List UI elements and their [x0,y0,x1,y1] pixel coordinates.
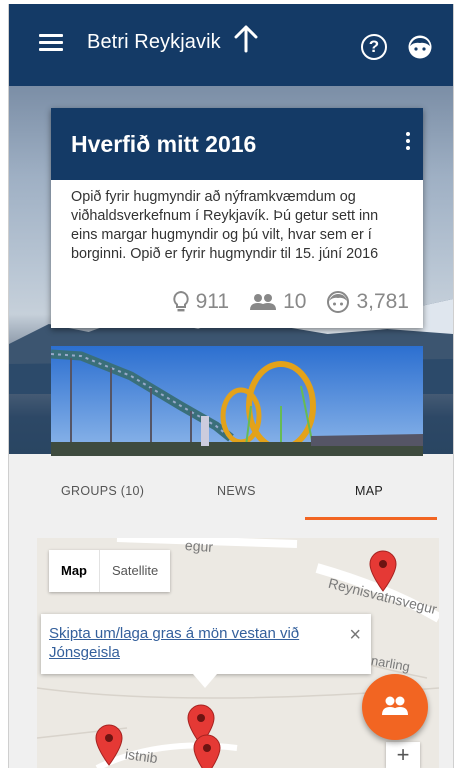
map-type-control: Map Satellite [49,550,171,592]
map-pin-icon[interactable] [369,550,397,592]
info-window-tail [193,674,217,688]
zoom-in-button[interactable]: + [386,742,420,768]
cover-photo [51,346,423,456]
map-type-satellite[interactable]: Satellite [99,550,170,592]
tab-news[interactable]: NEWS [217,484,256,498]
close-icon[interactable]: × [349,624,361,647]
groups-stat: 10 [249,290,306,314]
map-pin-icon[interactable] [193,734,221,768]
face-icon[interactable] [407,34,433,60]
help-icon[interactable]: ? [361,34,387,60]
map-info-window: Skipta um/laga gras á mön vestan við Jón… [41,614,371,688]
tab-bar: GROUPS (10) NEWS MAP [9,456,453,522]
users-count: 3,781 [356,290,409,313]
ideas-stat: 911 [172,290,229,314]
users-stat: 3,781 [326,290,409,314]
groups-count: 10 [283,290,307,313]
tab-map[interactable]: MAP [355,484,383,498]
new-group-fab[interactable] [362,674,428,740]
active-tab-indicator [305,517,437,520]
map-pin-icon[interactable] [95,724,123,766]
card-description: Opið fyrir hugmyndir að nýframkvæmdum og… [71,189,379,262]
app-bar: Betri Reykjavik ? [9,4,453,86]
card-header: Hverfið mitt 2016 [51,108,423,180]
arrow-up-icon[interactable] [233,24,259,54]
tab-groups[interactable]: GROUPS (10) [61,484,144,498]
app-title: Betri Reykjavik [87,31,221,53]
ideas-count: 911 [195,290,230,313]
group-add-icon [382,696,408,715]
lightbulb-icon [172,290,189,312]
more-vert-icon[interactable] [403,132,413,154]
card-title: Hverfið mitt 2016 [71,131,257,157]
roller-coaster-image [51,346,423,456]
card-stats: 911 10 3,781 [152,290,409,314]
face-icon [327,291,350,313]
project-card: Hverfið mitt 2016 Opið fyrir hugmyndir a… [51,108,423,328]
map-type-map[interactable]: Map [49,550,99,592]
menu-icon[interactable] [39,34,63,54]
road-label: egur [184,538,214,555]
group-icon [250,294,277,310]
info-window-link[interactable]: Skipta um/laga gras á mön vestan við Jón… [49,624,329,662]
app-frame: Betri Reykjavik ? Hverfið mitt 2016 Opið… [8,4,454,768]
